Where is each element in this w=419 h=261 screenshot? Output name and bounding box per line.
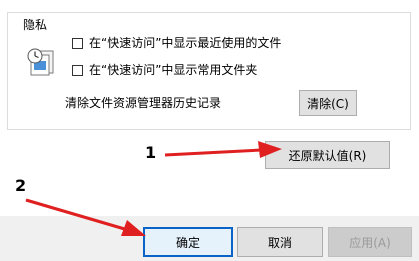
restore-defaults-button[interactable]: 还原默认值(R) [265,141,390,169]
annotation-arrow-1 [164,148,263,157]
clear-button[interactable]: 清除(C) [299,90,357,116]
privacy-files-icon [27,48,54,76]
recent-files-label: 在“快速访问”中显示最近使用的文件 [89,36,282,50]
annotation-number-1: 1 [145,143,157,162]
frequent-folders-checkbox[interactable] [72,64,83,76]
frequent-folders-option[interactable]: 在“快速访问”中显示常用文件夹 [72,61,257,79]
ok-button[interactable]: 确定 [143,227,233,257]
recent-files-option[interactable]: 在“快速访问”中显示最近使用的文件 [72,34,281,52]
annotation-number-2: 2 [15,176,27,195]
apply-button[interactable]: 应用(A) [328,227,412,257]
cancel-button[interactable]: 取消 [237,227,323,257]
privacy-group: 隐私 在“快速访问”中显示最近使用的文件 在“快速访问”中显示常用文件夹 清除文… [7,12,411,130]
frequent-folders-label: 在“快速访问”中显示常用文件夹 [89,63,258,77]
clear-history-label: 清除文件资源管理器历史记录 [65,96,222,110]
privacy-group-title: 隐私 [21,17,50,33]
recent-files-checkbox[interactable] [72,37,83,49]
